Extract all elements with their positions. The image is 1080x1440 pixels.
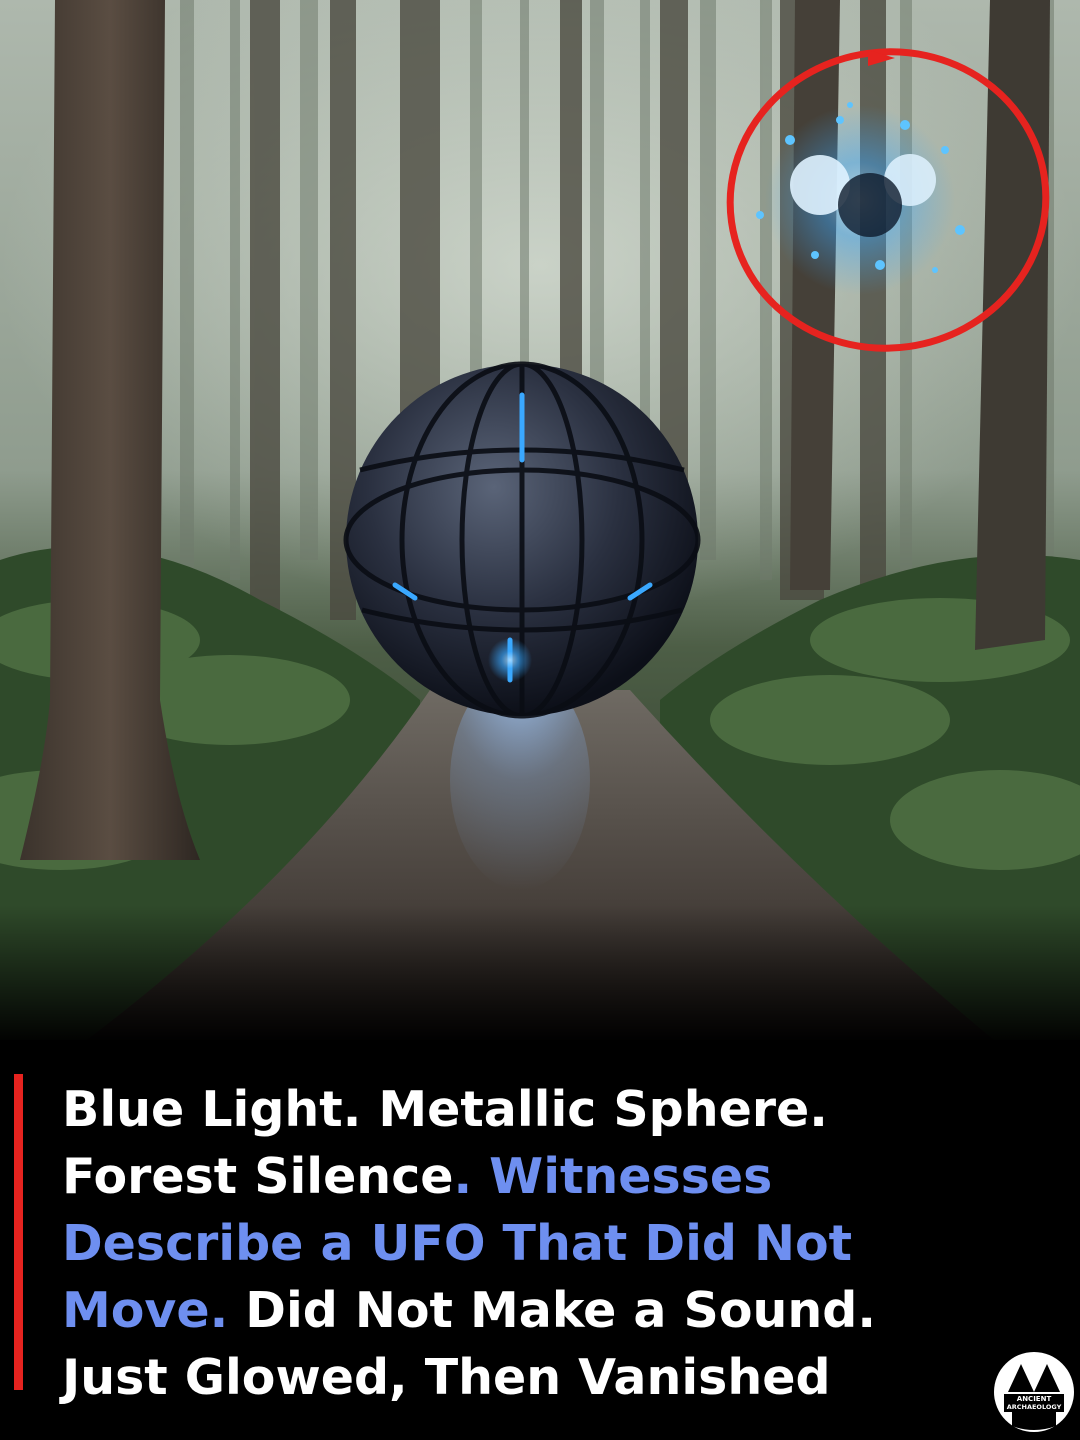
headline-text: Did Not Make a Sound. [228, 1282, 876, 1339]
headline-text: Blue Light. Metallic Sphere. [62, 1081, 828, 1138]
headline-line-3: Describe a UFO That Did Not [62, 1210, 992, 1277]
accent-bar [14, 1074, 23, 1390]
forest-scene-image [0, 0, 1080, 1045]
headline: Blue Light. Metallic Sphere. Forest Sile… [62, 1076, 992, 1411]
caption-panel: Blue Light. Metallic Sphere. Forest Sile… [0, 1040, 1080, 1440]
metallic-sphere [343, 361, 701, 719]
headline-text: Forest Silence [62, 1148, 454, 1205]
logo-text-ancient: ANCIENT [1017, 1395, 1052, 1403]
headline-highlight: Describe a UFO That Did Not [62, 1215, 853, 1272]
aa-logo-icon: ANCIENT ARCHAEOLOGY [994, 1352, 1074, 1432]
headline-line-2: Forest Silence. Witnesses [62, 1143, 992, 1210]
headline-line-1: Blue Light. Metallic Sphere. [62, 1076, 992, 1143]
headline-highlight: . Witnesses [453, 1148, 773, 1205]
headline-line-5: Just Glowed, Then Vanished [62, 1344, 992, 1411]
logo-text-archaeology: ARCHAEOLOGY [1007, 1403, 1062, 1411]
headline-line-4: Move. Did Not Make a Sound. [62, 1277, 992, 1344]
headline-text: Just Glowed, Then Vanished [62, 1349, 831, 1406]
headline-highlight: Move. [62, 1282, 229, 1339]
